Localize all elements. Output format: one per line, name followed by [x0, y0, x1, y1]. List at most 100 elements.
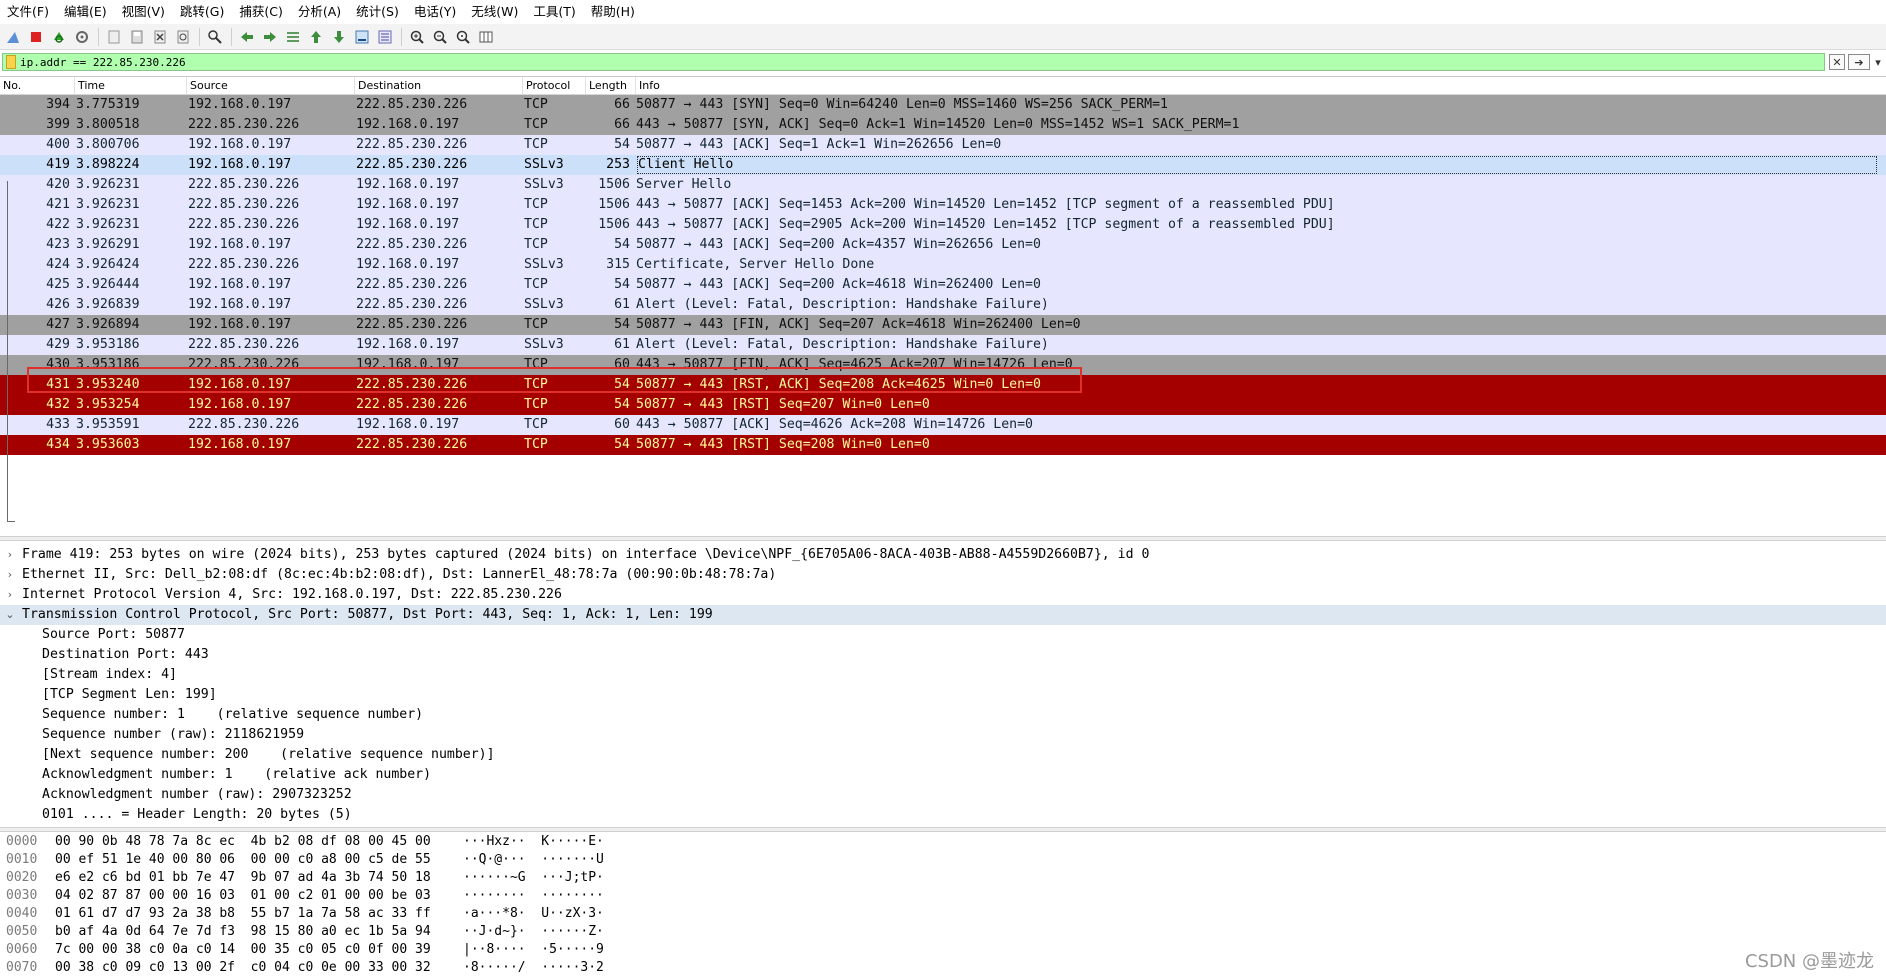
pane-splitter-bytes[interactable] [0, 827, 1886, 832]
detail-field[interactable]: Destination Port: 443 [0, 645, 1886, 665]
pane-splitter[interactable] [0, 536, 1886, 541]
autoscroll-icon[interactable] [351, 26, 372, 47]
packet-row[interactable]: 422 3.926231 222.85.230.226 192.168.0.197 TC… [0, 215, 1886, 235]
zoom-in-icon[interactable] [406, 26, 427, 47]
reload-file-icon[interactable] [172, 26, 193, 47]
bytes-row[interactable]: 0040 01 61 d7 d7 93 2a 38 b8 55 b7 1a 7a … [0, 905, 1886, 923]
menu-item[interactable]: 分析(A) [291, 0, 349, 24]
bytes-row[interactable]: 0000 00 90 0b 48 78 7a 8c ec 4b b2 08 df … [0, 833, 1886, 851]
bytes-row[interactable]: 0020 e6 e2 c6 bd 01 bb 7e 47 9b 07 ad 4a … [0, 869, 1886, 887]
column-header-source[interactable]: Source [186, 77, 354, 94]
packet-row[interactable]: 399 3.800518 222.85.230.226 192.168.0.197 TC… [0, 115, 1886, 135]
column-header-destination[interactable]: Destination [354, 77, 522, 94]
packet-row[interactable]: 429 3.953186 222.85.230.226 192.168.0.197 SS… [0, 335, 1886, 355]
menu-item[interactable]: 捕获(C) [232, 0, 290, 24]
chevron-right-icon[interactable]: › [3, 545, 17, 565]
go-to-packet-icon[interactable] [282, 26, 303, 47]
packet-row[interactable]: 421 3.926231 222.85.230.226 192.168.0.197 TC… [0, 195, 1886, 215]
filter-history-dropdown-icon[interactable]: ▾ [1873, 54, 1883, 70]
menu-item[interactable]: 无线(W) [464, 0, 526, 24]
toolbar-separator [401, 27, 402, 46]
packet-row[interactable]: 430 3.953186 222.85.230.226 192.168.0.197 TC… [0, 355, 1886, 375]
detail-field[interactable]: Source Port: 50877 [0, 625, 1886, 645]
packet-row[interactable]: 425 3.926444 192.168.0.197 222.85.230.226 TC… [0, 275, 1886, 295]
packet-info: 443 → 50877 [ACK] Seq=4626 Ack=208 Win=1… [636, 417, 1033, 432]
close-file-icon[interactable] [149, 26, 170, 47]
packet-protocol: SSLv3 [524, 337, 564, 352]
last-packet-icon[interactable] [328, 26, 349, 47]
stop-icon[interactable] [25, 26, 46, 47]
display-filter-value[interactable]: ip.addr == 222.85.230.226 [20, 56, 186, 69]
menu-item[interactable]: 帮助(H) [584, 0, 643, 24]
packet-row[interactable]: 420 3.926231 222.85.230.226 192.168.0.197 SS… [0, 175, 1886, 195]
packet-number: 433 [46, 417, 70, 432]
find-icon[interactable] [204, 26, 225, 47]
packet-row[interactable]: 426 3.926839 192.168.0.197 222.85.230.226 SS… [0, 295, 1886, 315]
packet-row[interactable]: 424 3.926424 222.85.230.226 192.168.0.197 SS… [0, 255, 1886, 275]
display-filter-input[interactable]: ip.addr == 222.85.230.226 [2, 53, 1825, 71]
column-header-time[interactable]: Time [74, 77, 186, 94]
restart-icon[interactable] [48, 26, 69, 47]
bytes-ascii: |··8···· ·5·····9 [463, 942, 604, 957]
column-header-info[interactable]: Info [635, 77, 1886, 94]
detail-protocol-node[interactable]: › Ethernet II, Src: Dell_b2:08:df (8c:ec:… [0, 565, 1886, 585]
menu-item[interactable]: 编辑(E) [57, 0, 115, 24]
detail-field[interactable]: Acknowledgment number: 1 (relative ack n… [0, 765, 1886, 785]
packet-row[interactable]: 419 3.898224 192.168.0.197 222.85.230.226 SS… [0, 155, 1886, 175]
detail-field[interactable]: Sequence number: 1 (relative sequence nu… [0, 705, 1886, 725]
packet-row[interactable]: 433 3.953591 222.85.230.226 192.168.0.197 TC… [0, 415, 1886, 435]
zoom-normal-icon[interactable] [452, 26, 473, 47]
save-file-icon[interactable] [126, 26, 147, 47]
chevron-down-icon[interactable]: ⌄ [3, 605, 17, 625]
packet-row[interactable]: 423 3.926291 192.168.0.197 222.85.230.226 TC… [0, 235, 1886, 255]
bytes-row[interactable]: 0010 00 ef 51 1e 40 00 80 06 00 00 c0 a8 … [0, 851, 1886, 869]
packet-row[interactable]: 427 3.926894 192.168.0.197 222.85.230.226 TC… [0, 315, 1886, 335]
chevron-right-icon[interactable]: › [3, 565, 17, 585]
packet-destination: 192.168.0.197 [356, 197, 460, 212]
bytes-row[interactable]: 0030 04 02 87 87 00 00 16 03 01 00 c2 01 … [0, 887, 1886, 905]
detail-field[interactable]: [Stream index: 4] [0, 665, 1886, 685]
detail-field[interactable]: 0101 .... = Header Length: 20 bytes (5) [0, 805, 1886, 825]
packet-destination: 192.168.0.197 [356, 117, 460, 132]
detail-protocol-node[interactable]: › Internet Protocol Version 4, Src: 192.1… [0, 585, 1886, 605]
menu-item[interactable]: 跳转(G) [173, 0, 232, 24]
packet-row[interactable]: 434 3.953603 192.168.0.197 222.85.230.226 TC… [0, 435, 1886, 455]
packet-info: Alert (Level: Fatal, Description: Handsh… [636, 297, 1049, 312]
column-header-length[interactable]: Length [585, 77, 635, 94]
detail-protocol-node[interactable]: › Frame 419: 253 bytes on wire (2024 bits… [0, 545, 1886, 565]
go-back-icon[interactable] [236, 26, 257, 47]
detail-field[interactable]: [Next sequence number: 200 (relative seq… [0, 745, 1886, 765]
open-file-icon[interactable] [103, 26, 124, 47]
detail-field[interactable]: [TCP Segment Len: 199] [0, 685, 1886, 705]
packet-row[interactable]: 394 3.775319 192.168.0.197 222.85.230.226 TC… [0, 95, 1886, 115]
column-header-protocol[interactable]: Protocol [522, 77, 585, 94]
menu-item[interactable]: 电话(Y) [407, 0, 464, 24]
detail-field[interactable]: Acknowledgment number (raw): 2907323252 [0, 785, 1886, 805]
bytes-row[interactable]: 0060 7c 00 00 38 c0 0a c0 14 00 35 c0 05 … [0, 941, 1886, 959]
colorize-icon[interactable] [374, 26, 395, 47]
menu-item[interactable]: 统计(S) [349, 0, 407, 24]
menu-item[interactable]: 工具(T) [526, 0, 583, 24]
packet-row[interactable]: 400 3.800706 192.168.0.197 222.85.230.226 TC… [0, 135, 1886, 155]
options-gear-icon[interactable] [71, 26, 92, 47]
apply-filter-icon[interactable]: ➔ [1848, 54, 1870, 70]
packet-row[interactable]: 431 3.953240 192.168.0.197 222.85.230.226 TC… [0, 375, 1886, 395]
bytes-row[interactable]: 0070 00 38 c0 09 c0 13 00 2f c0 04 c0 0e … [0, 959, 1886, 977]
bytes-row[interactable]: 0050 b0 af 4a 0d 64 7e 7d f3 98 15 80 a0 … [0, 923, 1886, 941]
packet-row[interactable]: 432 3.953254 192.168.0.197 222.85.230.226 TC… [0, 395, 1886, 415]
detail-field[interactable]: Sequence number (raw): 2118621959 [0, 725, 1886, 745]
menu-item[interactable]: 视图(V) [115, 0, 173, 24]
first-packet-icon[interactable] [305, 26, 326, 47]
detail-protocol-node[interactable]: ⌄ Transmission Control Protocol, Src Port… [0, 605, 1886, 625]
packet-protocol: TCP [524, 97, 548, 112]
resize-columns-icon[interactable] [475, 26, 496, 47]
go-forward-icon[interactable] [259, 26, 280, 47]
clear-filter-icon[interactable]: ✕ [1829, 54, 1845, 70]
zoom-out-icon[interactable] [429, 26, 450, 47]
shark-fin-icon[interactable] [2, 26, 23, 47]
packet-destination: 222.85.230.226 [356, 317, 468, 332]
menu-item[interactable]: 文件(F) [0, 0, 57, 24]
chevron-right-icon[interactable]: › [3, 585, 17, 605]
column-header-no[interactable]: No. [0, 77, 74, 94]
filter-bookmark-icon[interactable] [6, 55, 16, 69]
